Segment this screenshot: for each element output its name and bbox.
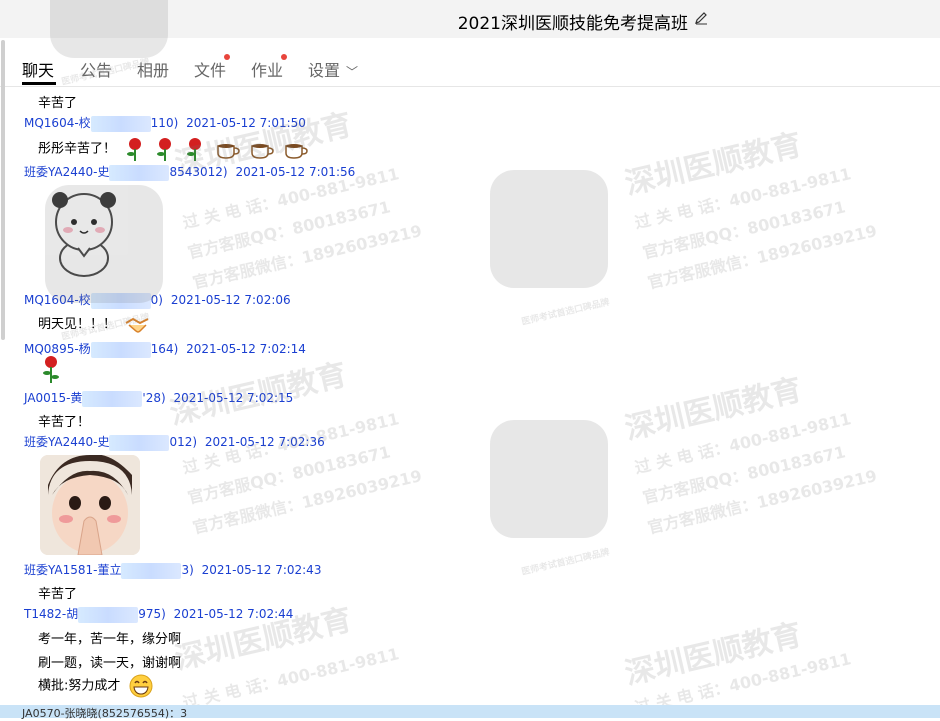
- message-sender[interactable]: 班委YA2440-史 012) 2021-05-12 7:02:36: [24, 433, 325, 451]
- homework-notification-dot: [281, 54, 287, 60]
- message-sender[interactable]: T1482-胡 975) 2021-05-12 7:02:44: [24, 605, 293, 623]
- baby-photo-sticker[interactable]: [40, 455, 140, 555]
- sender-id-suffix: 8543012): [169, 165, 228, 179]
- tab-settings-label: 设置: [308, 61, 341, 80]
- redacted-blur: [78, 606, 139, 623]
- bottom-strip-text: JA0570-张晓晓(852576554)：3: [22, 707, 188, 720]
- message-text: 彤彤辛苦了！: [38, 141, 117, 157]
- message-timestamp: 2021-05-12 7:02:43: [201, 563, 322, 577]
- tab-album[interactable]: 相册: [137, 57, 169, 81]
- message-text-row: 横批:努力成才: [38, 674, 153, 698]
- message-text: 辛苦了: [38, 96, 78, 111]
- sender-name: MQ1604-校: [24, 293, 91, 307]
- redacted-blur: [121, 562, 182, 579]
- rose-icon: [127, 138, 142, 161]
- selected-message-strip[interactable]: JA0570-张晓晓(852576554)：3: [0, 705, 940, 720]
- grin-icon: [129, 674, 153, 698]
- message-timestamp: 2021-05-12 7:02:44: [173, 607, 294, 621]
- bear-sticker-image[interactable]: [44, 186, 124, 278]
- message-sender[interactable]: MQ0895-杨 164) 2021-05-12 7:02:14: [24, 340, 306, 358]
- tab-announcement[interactable]: 公告: [80, 57, 112, 81]
- message-text: 刷一题，读一天，谢谢啊: [38, 656, 182, 671]
- sender-name: 班委YA2440-史: [24, 435, 110, 449]
- message-sender[interactable]: JA0015-黄 '28) 2021-05-12 7:02:15: [24, 389, 293, 407]
- redacted-blur: [109, 164, 170, 181]
- message-sender[interactable]: 班委YA2440-史 8543012) 2021-05-12 7:01:56: [24, 163, 355, 181]
- chat-message-list[interactable]: 辛苦了 MQ1604-校 110) 2021-05-12 7:01:50 彤彤辛苦…: [0, 87, 940, 705]
- message-sender[interactable]: MQ1604-校 110) 2021-05-12 7:01:50: [24, 114, 306, 132]
- redacted-blur: [109, 434, 170, 451]
- message-text: 辛苦了: [38, 587, 78, 602]
- message-text: 明天见！！！: [38, 317, 117, 332]
- redacted-blur: [90, 292, 151, 309]
- message-text: 考一年，苦一年，缘分啊: [38, 632, 182, 647]
- title-bar: 2021深圳医顺技能免考提高班: [0, 0, 940, 38]
- redacted-blur: [90, 115, 151, 132]
- sender-name: 班委YA2440-史: [24, 165, 110, 179]
- baby-face-image: [40, 455, 140, 555]
- redacted-blur: [90, 341, 151, 358]
- files-notification-dot: [224, 54, 230, 60]
- tab-settings[interactable]: 设置 ﹀: [308, 57, 358, 81]
- message-sender[interactable]: 班委YA1581-董立 3) 2021-05-12 7:02:43: [24, 561, 321, 579]
- edit-icon[interactable]: [694, 11, 708, 25]
- coffee-icon: [216, 144, 240, 159]
- message-timestamp: 2021-05-12 7:01:56: [235, 165, 356, 179]
- sender-name: JA0015-黄: [24, 391, 83, 405]
- sender-id-suffix: 110): [150, 116, 179, 130]
- handshake-icon: [125, 317, 149, 333]
- tab-chat[interactable]: 聊天: [22, 57, 54, 81]
- sender-name: MQ0895-杨: [24, 342, 91, 356]
- sender-id-suffix: 3): [181, 563, 194, 577]
- rose-icon: [157, 138, 172, 161]
- coffee-icon: [250, 144, 274, 159]
- tab-homework[interactable]: 作业: [251, 57, 283, 81]
- sender-id-suffix: 975): [138, 607, 166, 621]
- sender-id-suffix: '28): [142, 391, 166, 405]
- message-timestamp: 2021-05-12 7:01:50: [186, 116, 306, 130]
- rose-icon: [187, 138, 202, 161]
- coffee-icon: [285, 144, 308, 159]
- message-text: 横批:努力成才: [38, 678, 121, 694]
- message-timestamp: 2021-05-12 7:02:15: [173, 391, 294, 405]
- message-sender[interactable]: MQ1604-校 0) 2021-05-12 7:02:06: [24, 291, 291, 309]
- sender-id-suffix: 164): [150, 342, 179, 356]
- tab-bar: 聊天 公告 相册 文件 作业 设置 ﹀: [0, 38, 940, 87]
- message-timestamp: 2021-05-12 7:02:06: [170, 293, 291, 307]
- tab-active-indicator: [22, 82, 56, 85]
- message-icon-row: [40, 355, 62, 386]
- message-text: 辛苦了！: [38, 415, 91, 430]
- rose-icon: [43, 356, 59, 383]
- window-title: 2021深圳医顺技能免考提高班: [457, 14, 688, 34]
- message-timestamp: 2021-05-12 7:02:36: [204, 435, 325, 449]
- sender-id-suffix: 012): [169, 435, 198, 449]
- sender-name: 班委YA1581-董立: [24, 563, 122, 577]
- sender-id-suffix: 0): [150, 293, 163, 307]
- sender-name: MQ1604-校: [24, 116, 91, 130]
- sender-name: T1482-胡: [24, 607, 79, 621]
- message-text-row: 明天见！！！: [38, 313, 150, 335]
- chevron-down-icon: ﹀: [346, 65, 359, 79]
- message-timestamp: 2021-05-12 7:02:14: [186, 342, 306, 356]
- redacted-blur: [82, 390, 143, 407]
- tab-files[interactable]: 文件: [194, 57, 226, 81]
- message-text-row: 彤彤辛苦了！: [38, 137, 309, 161]
